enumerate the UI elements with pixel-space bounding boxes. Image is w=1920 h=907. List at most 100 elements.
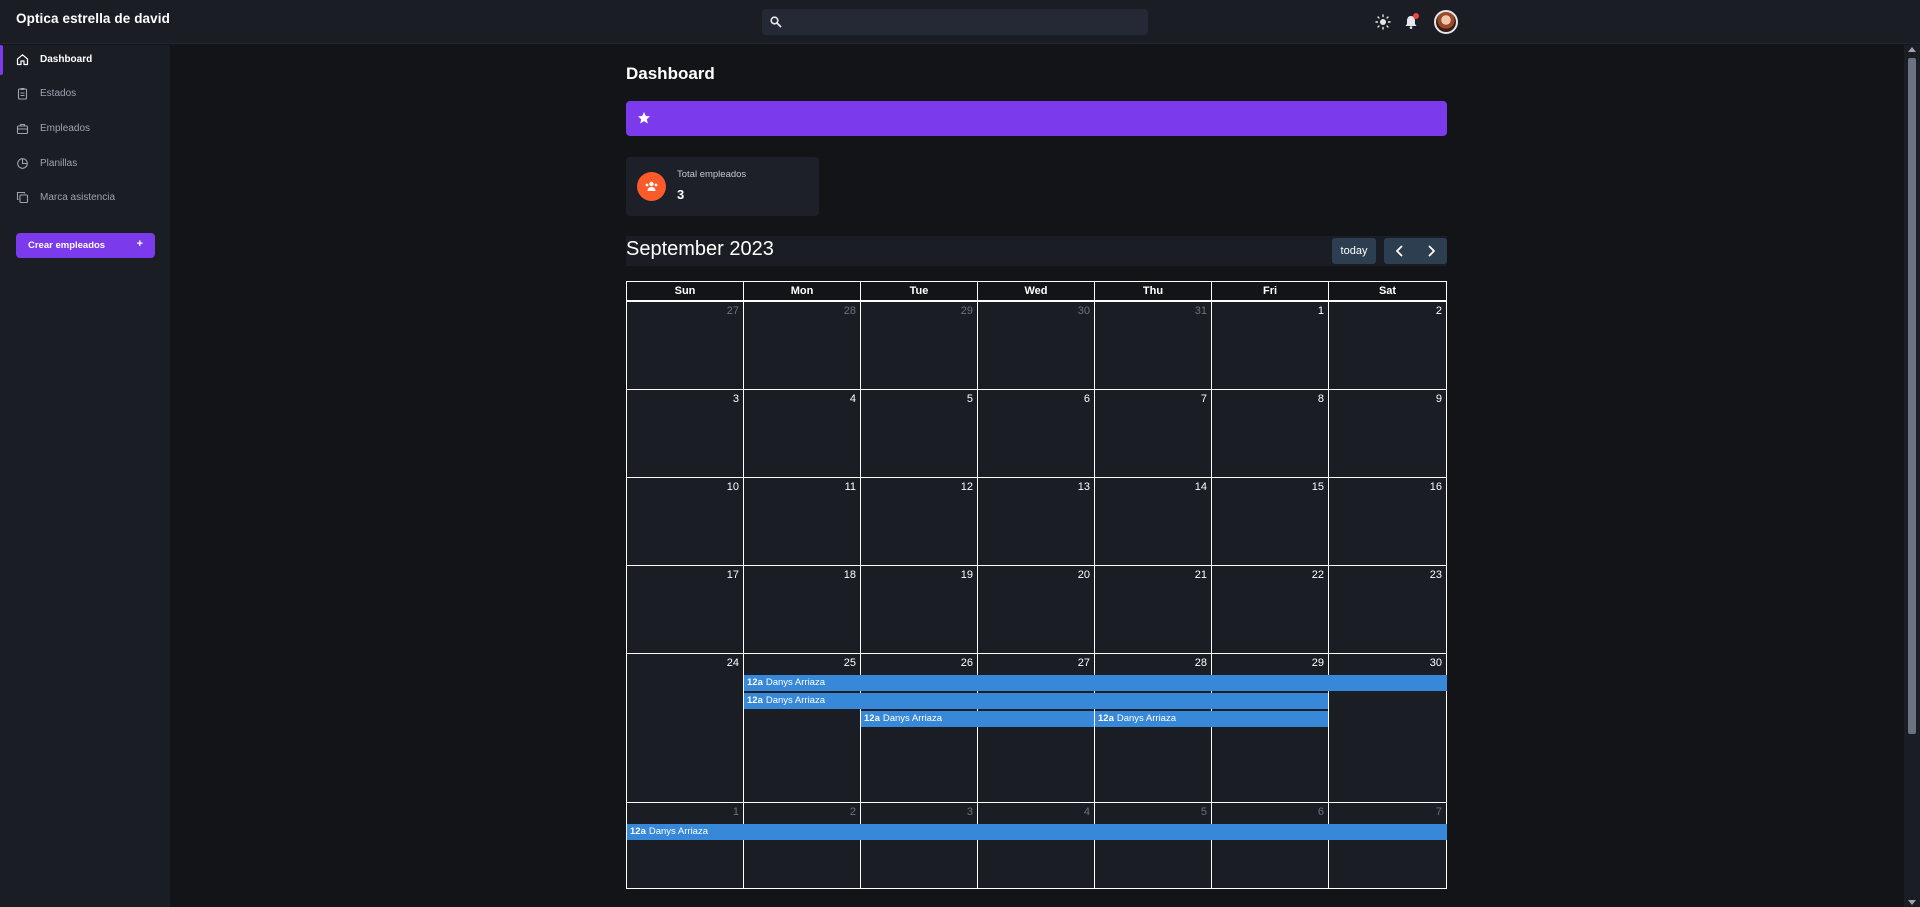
search-input[interactable] (762, 9, 1148, 35)
calendar-day-cell[interactable]: 3 (860, 802, 977, 889)
calendar-day-cell[interactable]: 24 (626, 653, 743, 802)
day-number[interactable]: 12 (961, 481, 973, 493)
day-number[interactable]: 3 (733, 393, 739, 405)
calendar-day-cell[interactable]: 1 (626, 802, 743, 889)
day-number[interactable]: 18 (844, 569, 856, 581)
user-avatar[interactable] (1434, 10, 1458, 34)
calendar-day-cell[interactable]: 31 (1094, 301, 1211, 389)
calendar-day-cell[interactable]: 18 (743, 565, 860, 653)
calendar-day-cell[interactable]: 5 (860, 389, 977, 477)
day-number[interactable]: 27 (1078, 657, 1090, 669)
day-number[interactable]: 27 (727, 305, 739, 317)
day-number[interactable]: 4 (850, 393, 856, 405)
day-number[interactable]: 7 (1436, 806, 1442, 818)
calendar-day-cell[interactable]: 6 (1211, 802, 1328, 889)
day-number[interactable]: 6 (1318, 806, 1324, 818)
sidebar-item-marca-asistencia[interactable]: Marca asistencia (0, 183, 170, 213)
day-number[interactable]: 25 (844, 657, 856, 669)
day-number[interactable]: 8 (1318, 393, 1324, 405)
calendar-day-cell[interactable]: 17 (626, 565, 743, 653)
day-number[interactable]: 21 (1195, 569, 1207, 581)
day-number[interactable]: 17 (727, 569, 739, 581)
calendar-event[interactable]: 12a Danys Arriaza (1095, 711, 1328, 727)
calendar-day-cell[interactable]: 4 (977, 802, 1094, 889)
calendar-day-cell[interactable]: 8 (1211, 389, 1328, 477)
day-number[interactable]: 29 (961, 305, 973, 317)
day-number[interactable]: 28 (844, 305, 856, 317)
day-number[interactable]: 30 (1430, 657, 1442, 669)
day-number[interactable]: 5 (967, 393, 973, 405)
calendar-day-cell[interactable]: 16 (1328, 477, 1447, 565)
calendar-day-cell[interactable]: 23 (1328, 565, 1447, 653)
scrollbar[interactable] (1904, 45, 1920, 907)
scroll-thumb[interactable] (1908, 58, 1916, 734)
scroll-up-arrow[interactable] (1908, 47, 1916, 52)
day-number[interactable]: 1 (1318, 305, 1324, 317)
day-number[interactable]: 14 (1195, 481, 1207, 493)
sidebar-item-estados[interactable]: Estados (0, 79, 170, 109)
calendar-day-cell[interactable]: 28 (743, 301, 860, 389)
day-number[interactable]: 31 (1195, 305, 1207, 317)
create-employee-button[interactable]: Crear empleados + (16, 233, 155, 258)
day-number[interactable]: 5 (1201, 806, 1207, 818)
day-number[interactable]: 2 (1436, 305, 1442, 317)
calendar-day-cell[interactable]: 9 (1328, 389, 1447, 477)
calendar-day-cell[interactable]: 13 (977, 477, 1094, 565)
calendar-event[interactable]: 12a Danys Arriaza (744, 693, 1328, 709)
calendar-day-cell[interactable]: 3 (626, 389, 743, 477)
sidebar-item-empleados[interactable]: Empleados (0, 114, 170, 144)
calendar-day-cell[interactable]: 6 (977, 389, 1094, 477)
calendar-event[interactable]: 12a Danys Arriaza (744, 675, 1447, 691)
day-number[interactable]: 6 (1084, 393, 1090, 405)
day-number[interactable]: 28 (1195, 657, 1207, 669)
sun-icon[interactable] (1374, 13, 1392, 31)
day-number[interactable]: 1 (733, 806, 739, 818)
calendar-day-cell[interactable]: 29 (860, 301, 977, 389)
day-number[interactable]: 22 (1312, 569, 1324, 581)
calendar-day-cell[interactable]: 27 (626, 301, 743, 389)
day-number[interactable]: 26 (961, 657, 973, 669)
scroll-down-arrow[interactable] (1908, 900, 1916, 905)
calendar-day-cell[interactable]: 19 (860, 565, 977, 653)
sidebar-item-dashboard[interactable]: Dashboard (0, 45, 170, 75)
calendar-day-cell[interactable]: 11 (743, 477, 860, 565)
day-number[interactable]: 10 (727, 481, 739, 493)
calendar-day-cell[interactable]: 12 (860, 477, 977, 565)
calendar-day-cell[interactable]: 2 (743, 802, 860, 889)
day-number[interactable]: 3 (967, 806, 973, 818)
calendar-day-cell[interactable]: 21 (1094, 565, 1211, 653)
day-number[interactable]: 29 (1312, 657, 1324, 669)
today-button[interactable]: today (1332, 238, 1376, 264)
day-number[interactable]: 20 (1078, 569, 1090, 581)
calendar-day-cell[interactable]: 20 (977, 565, 1094, 653)
day-number[interactable]: 24 (727, 657, 739, 669)
day-number[interactable]: 19 (961, 569, 973, 581)
day-number[interactable]: 9 (1436, 393, 1442, 405)
calendar-day-cell[interactable]: 14 (1094, 477, 1211, 565)
app-brand[interactable]: Optica estrella de david (16, 11, 170, 26)
day-number[interactable]: 2 (850, 806, 856, 818)
calendar-day-cell[interactable]: 1 (1211, 301, 1328, 389)
calendar-day-cell[interactable]: 7 (1094, 389, 1211, 477)
day-number[interactable]: 30 (1078, 305, 1090, 317)
calendar-event[interactable]: 12a Danys Arriaza (627, 824, 1447, 840)
calendar-day-cell[interactable]: 10 (626, 477, 743, 565)
day-number[interactable]: 23 (1430, 569, 1442, 581)
calendar-day-cell[interactable]: 30 (977, 301, 1094, 389)
calendar-day-cell[interactable]: 2 (1328, 301, 1447, 389)
calendar-day-cell[interactable]: 7 (1328, 802, 1447, 889)
sidebar-item-planillas[interactable]: Planillas (0, 149, 170, 179)
calendar-event[interactable]: 12a Danys Arriaza (861, 711, 1094, 727)
day-number[interactable]: 16 (1430, 481, 1442, 493)
prev-month-button[interactable] (1384, 238, 1415, 264)
day-number[interactable]: 15 (1312, 481, 1324, 493)
next-month-button[interactable] (1416, 238, 1447, 264)
day-number[interactable]: 11 (845, 481, 856, 493)
calendar-day-cell[interactable]: 5 (1094, 802, 1211, 889)
day-number[interactable]: 13 (1078, 481, 1090, 493)
day-number[interactable]: 4 (1084, 806, 1090, 818)
calendar-day-cell[interactable]: 4 (743, 389, 860, 477)
calendar-day-cell[interactable]: 22 (1211, 565, 1328, 653)
day-number[interactable]: 7 (1201, 393, 1207, 405)
calendar-day-cell[interactable]: 15 (1211, 477, 1328, 565)
